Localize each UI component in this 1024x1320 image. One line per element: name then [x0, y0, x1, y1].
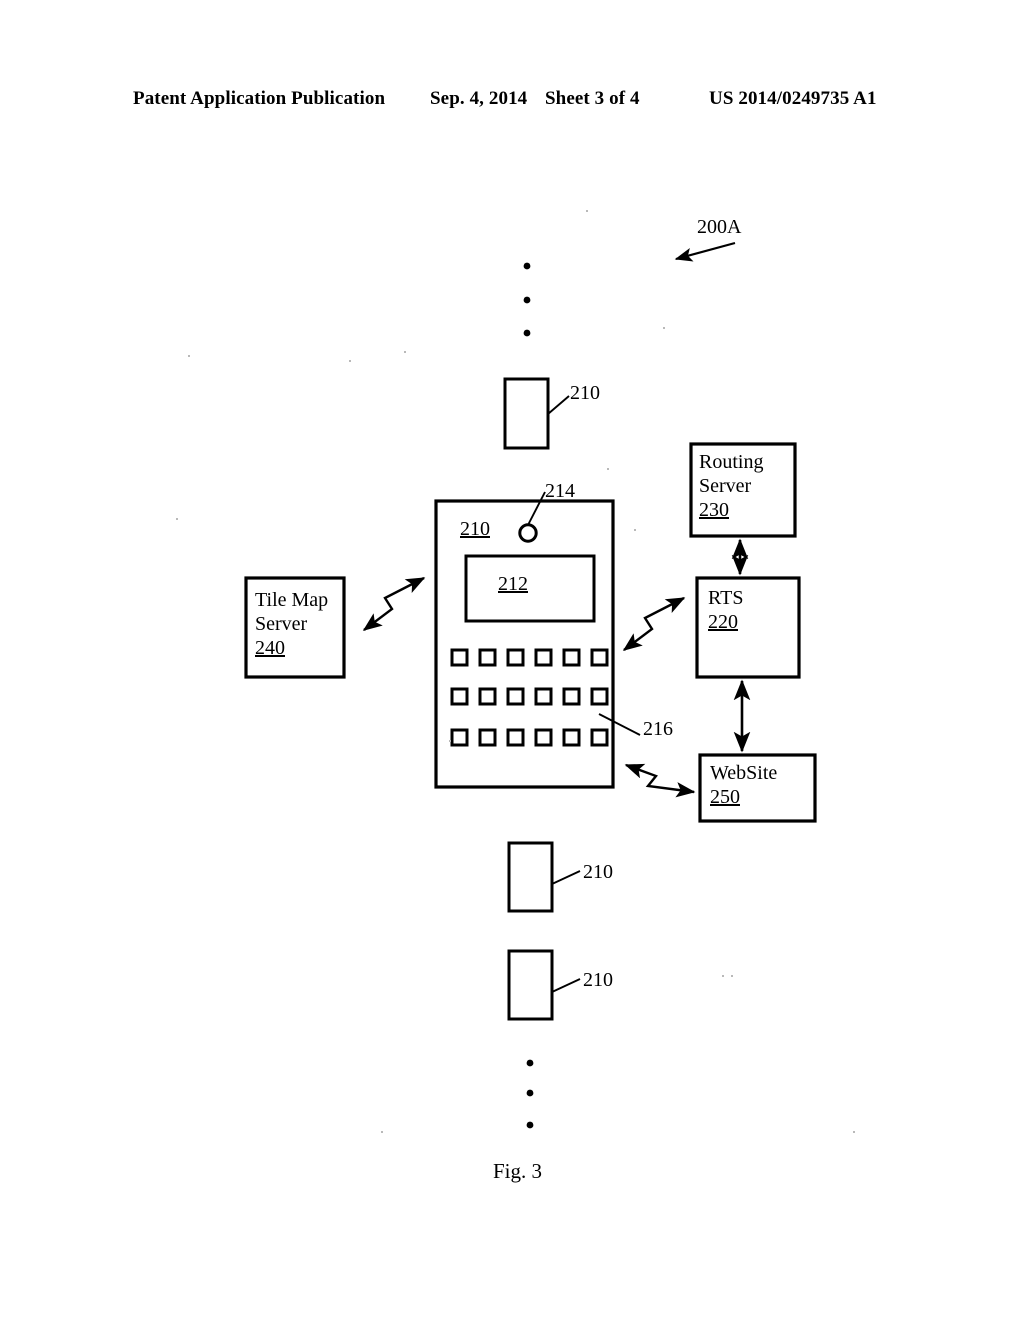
keypad-key — [450, 728, 469, 747]
label-210-main-device: 210 — [460, 518, 490, 540]
label-210-lower-device-2: 210 — [583, 969, 613, 991]
routing-server-number: 230 — [699, 499, 729, 521]
rts-number: 220 — [708, 611, 738, 633]
keypad-key — [506, 648, 525, 667]
website-label: WebSite 250 — [710, 761, 777, 809]
routing-server-label: Routing Server 230 — [699, 450, 763, 522]
keypad-key — [534, 687, 553, 706]
keypad-key — [450, 648, 469, 667]
keypad-key — [590, 687, 609, 706]
keypad-key — [590, 728, 609, 747]
system-callout-arrow — [674, 241, 736, 262]
device-rect-lower-2 — [507, 949, 581, 1021]
keypad-key — [590, 648, 609, 667]
website-line1: WebSite — [710, 762, 778, 784]
scan-speckle — [449, 740, 451, 742]
scan-speckle — [586, 210, 588, 212]
label-200A: 200A — [697, 216, 742, 238]
scan-speckle — [634, 529, 636, 531]
tile-map-server-line2: Server — [255, 613, 308, 635]
keypad-key — [478, 687, 497, 706]
wireless-link-website — [624, 763, 696, 798]
scan-speckle — [349, 360, 351, 362]
figure-drawing — [244, 241, 817, 1129]
label-210-lower-device-1: 210 — [583, 861, 613, 883]
rts-label: RTS 220 — [708, 586, 743, 634]
scan-speckle — [722, 975, 724, 977]
wireless-link-rts — [622, 596, 686, 651]
scan-speckle — [663, 327, 665, 329]
tile-map-server-label: Tile Map Server 240 — [255, 588, 328, 660]
keypad-key — [450, 687, 469, 706]
scan-speckle — [404, 351, 406, 353]
label-212-screen: 212 — [498, 573, 528, 595]
routing-server-line1: Routing — [699, 451, 764, 473]
scan-speckle — [853, 1131, 855, 1133]
ellipsis-top — [523, 262, 531, 337]
rts-line1: RTS — [708, 587, 744, 609]
ellipsis-bottom — [526, 1059, 534, 1129]
scan-speckle — [176, 518, 178, 520]
device-rect-top — [503, 377, 570, 450]
tile-map-server-line1: Tile Map — [255, 589, 329, 611]
device-rect-lower-1 — [507, 841, 581, 913]
scan-speckle — [188, 355, 190, 357]
keypad-key — [534, 728, 553, 747]
scan-speckle — [607, 468, 609, 470]
keypad-key — [534, 648, 553, 667]
label-214-speaker: 214 — [545, 480, 575, 502]
keypad-key — [506, 728, 525, 747]
patent-figure: 200A 210 214 210 216 210 210 Routing Ser… — [0, 0, 1024, 1320]
tile-map-server-number: 240 — [255, 637, 285, 659]
label-210-top-device: 210 — [570, 382, 600, 404]
scan-speckle — [731, 975, 733, 977]
website-number: 250 — [710, 786, 740, 808]
scan-speckle — [381, 1131, 383, 1133]
label-216-keypad: 216 — [643, 718, 673, 740]
wireless-link-tilemap — [362, 576, 426, 631]
keypad-key — [562, 687, 581, 706]
routing-server-line2: Server — [699, 475, 752, 497]
keypad-key — [562, 648, 581, 667]
keypad-key — [562, 728, 581, 747]
keypad-key — [506, 687, 525, 706]
keypad-key — [478, 728, 497, 747]
figure-caption: Fig. 3 — [493, 1159, 543, 1183]
keypad-key — [478, 648, 497, 667]
device-screen-212 — [464, 554, 596, 623]
